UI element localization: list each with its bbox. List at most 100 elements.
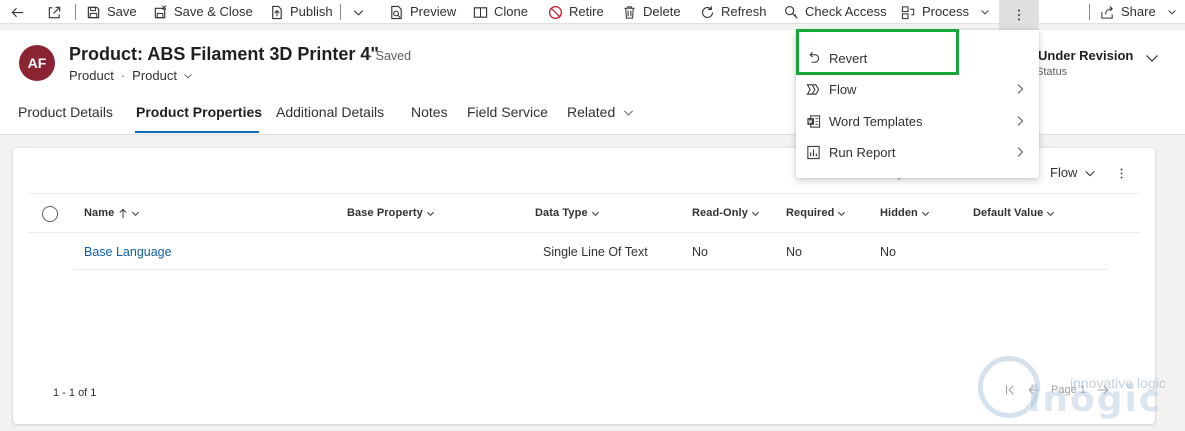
column-header-label: Read-Only (692, 207, 748, 219)
clone-button[interactable]: Clone (473, 0, 528, 24)
column-header-base-property[interactable]: Base Property (347, 207, 435, 219)
chevron-right-icon (1017, 84, 1024, 94)
check-access-button[interactable]: Check Access (784, 0, 887, 24)
flow-icon (806, 84, 820, 95)
separator-dot: · (120, 68, 126, 83)
word-document-icon (807, 115, 821, 128)
key-search-icon (785, 5, 798, 19)
save-button[interactable]: Save (86, 0, 137, 24)
grid-flow-button[interactable]: Flow (1050, 165, 1097, 180)
chevron-down-icon[interactable] (1144, 50, 1160, 66)
process-button[interactable]: Process (901, 0, 997, 24)
divider (340, 4, 341, 20)
save-status: - Saved (368, 49, 412, 63)
status-label: Status (1036, 66, 1068, 78)
status-value: Under Revision (1038, 48, 1134, 63)
cell-hidden: No (880, 245, 896, 259)
refresh-button[interactable]: Refresh (700, 0, 767, 24)
sort-ascending-icon (119, 208, 127, 218)
save-label: Save (107, 4, 137, 19)
open-in-new-window-button[interactable] (47, 0, 68, 24)
menu-item-word-templates[interactable]: Word Templates (796, 106, 1039, 137)
save-and-close-button[interactable]: Save & Close (153, 0, 253, 24)
trash-icon (624, 5, 635, 19)
cell-data-type: Single Line Of Text (543, 245, 648, 259)
more-commands-button[interactable] (999, 0, 1039, 30)
retire-button[interactable]: Retire (548, 0, 604, 24)
process-label: Process (922, 4, 969, 19)
column-header-label: Data Type (535, 207, 588, 219)
chevron-down-icon (426, 211, 434, 216)
preview-icon (391, 5, 402, 19)
cell-name-link[interactable]: Base Language (84, 245, 172, 259)
process-icon (901, 5, 915, 19)
watermark-tagline: innovative logic (1070, 375, 1166, 391)
menu-item-flow[interactable]: Flow (796, 74, 1039, 105)
publish-label: Publish (290, 4, 333, 19)
tab-product-details[interactable]: Product Details (18, 102, 113, 122)
tab-product-properties[interactable]: Product Properties (136, 102, 262, 122)
record-count: 1 - 1 of 1 (53, 387, 97, 399)
chevron-down-icon (751, 211, 759, 216)
column-header-label: Required (786, 207, 835, 219)
tab-additional-details[interactable]: Additional Details (276, 102, 384, 122)
back-arrow-icon (11, 7, 24, 17)
table-row[interactable]: Base Language Single Line Of Text No No … (73, 234, 1108, 270)
grid-flow-label: Flow (1050, 165, 1078, 180)
column-header-data-type[interactable]: Data Type (535, 207, 600, 219)
retire-icon (548, 5, 563, 19)
column-header-required[interactable]: Required (786, 207, 846, 219)
back-button[interactable] (10, 0, 31, 24)
more-vertical-icon (1120, 168, 1122, 178)
grid-header-row: Name Base Property Data Type Read-Only R… (28, 193, 1140, 233)
column-header-default-value[interactable]: Default Value (973, 207, 1055, 219)
report-icon (807, 145, 820, 160)
divider (1089, 4, 1090, 20)
breadcrumb: Product · Product (69, 68, 194, 83)
menu-item-label: Flow (829, 82, 857, 97)
menu-item-label: Word Templates (829, 114, 923, 129)
delete-button[interactable]: Delete (622, 0, 681, 24)
page-title: Product: ABS Filament 3D Printer 4" (69, 44, 379, 64)
active-tab-indicator (135, 131, 259, 133)
chevron-down-icon (838, 211, 846, 216)
share-icon (1101, 5, 1113, 19)
publish-button[interactable]: Publish (269, 0, 333, 24)
publish-icon (272, 5, 282, 19)
save-icon (87, 6, 100, 18)
entity-name: Product (69, 68, 114, 83)
cell-required: No (786, 245, 802, 259)
chevron-down-icon (981, 10, 989, 15)
tab-related-label: Related (567, 104, 616, 120)
preview-button[interactable]: Preview (389, 0, 456, 24)
column-header-hidden[interactable]: Hidden (880, 207, 930, 219)
more-vertical-icon (1018, 9, 1020, 21)
clone-label: Clone (494, 4, 528, 19)
cell-read-only: No (692, 245, 708, 259)
chevron-down-icon (921, 211, 929, 216)
chevron-down-icon[interactable] (182, 70, 194, 82)
column-header-name[interactable]: Name (84, 207, 140, 219)
highlight-annotation-box (796, 29, 959, 75)
column-header-label: Hidden (880, 207, 918, 219)
tab-related[interactable]: Related (567, 102, 635, 122)
column-header-label: Name (84, 207, 115, 219)
save-close-label: Save & Close (174, 4, 253, 19)
avatar: AF (19, 45, 55, 81)
select-all-checkbox[interactable] (42, 206, 58, 222)
command-bar: Save Save & Close Publish Preview Clone … (0, 0, 1185, 30)
form-selector[interactable]: Product (132, 68, 177, 83)
publish-more-button[interactable] (351, 0, 372, 24)
column-header-read-only[interactable]: Read-Only (692, 207, 760, 219)
share-button[interactable]: Share (1100, 0, 1184, 24)
refresh-label: Refresh (721, 4, 767, 19)
chevron-down-icon (353, 9, 364, 16)
chevron-down-icon (624, 110, 634, 116)
menu-item-run-report[interactable]: Run Report (796, 137, 1039, 168)
grid-more-button[interactable] (1113, 164, 1129, 182)
tab-field-service[interactable]: Field Service (467, 102, 548, 122)
chevron-right-icon (1017, 116, 1024, 126)
check-access-label: Check Access (805, 4, 887, 19)
popout-icon (48, 6, 61, 18)
tab-notes[interactable]: Notes (411, 102, 448, 122)
